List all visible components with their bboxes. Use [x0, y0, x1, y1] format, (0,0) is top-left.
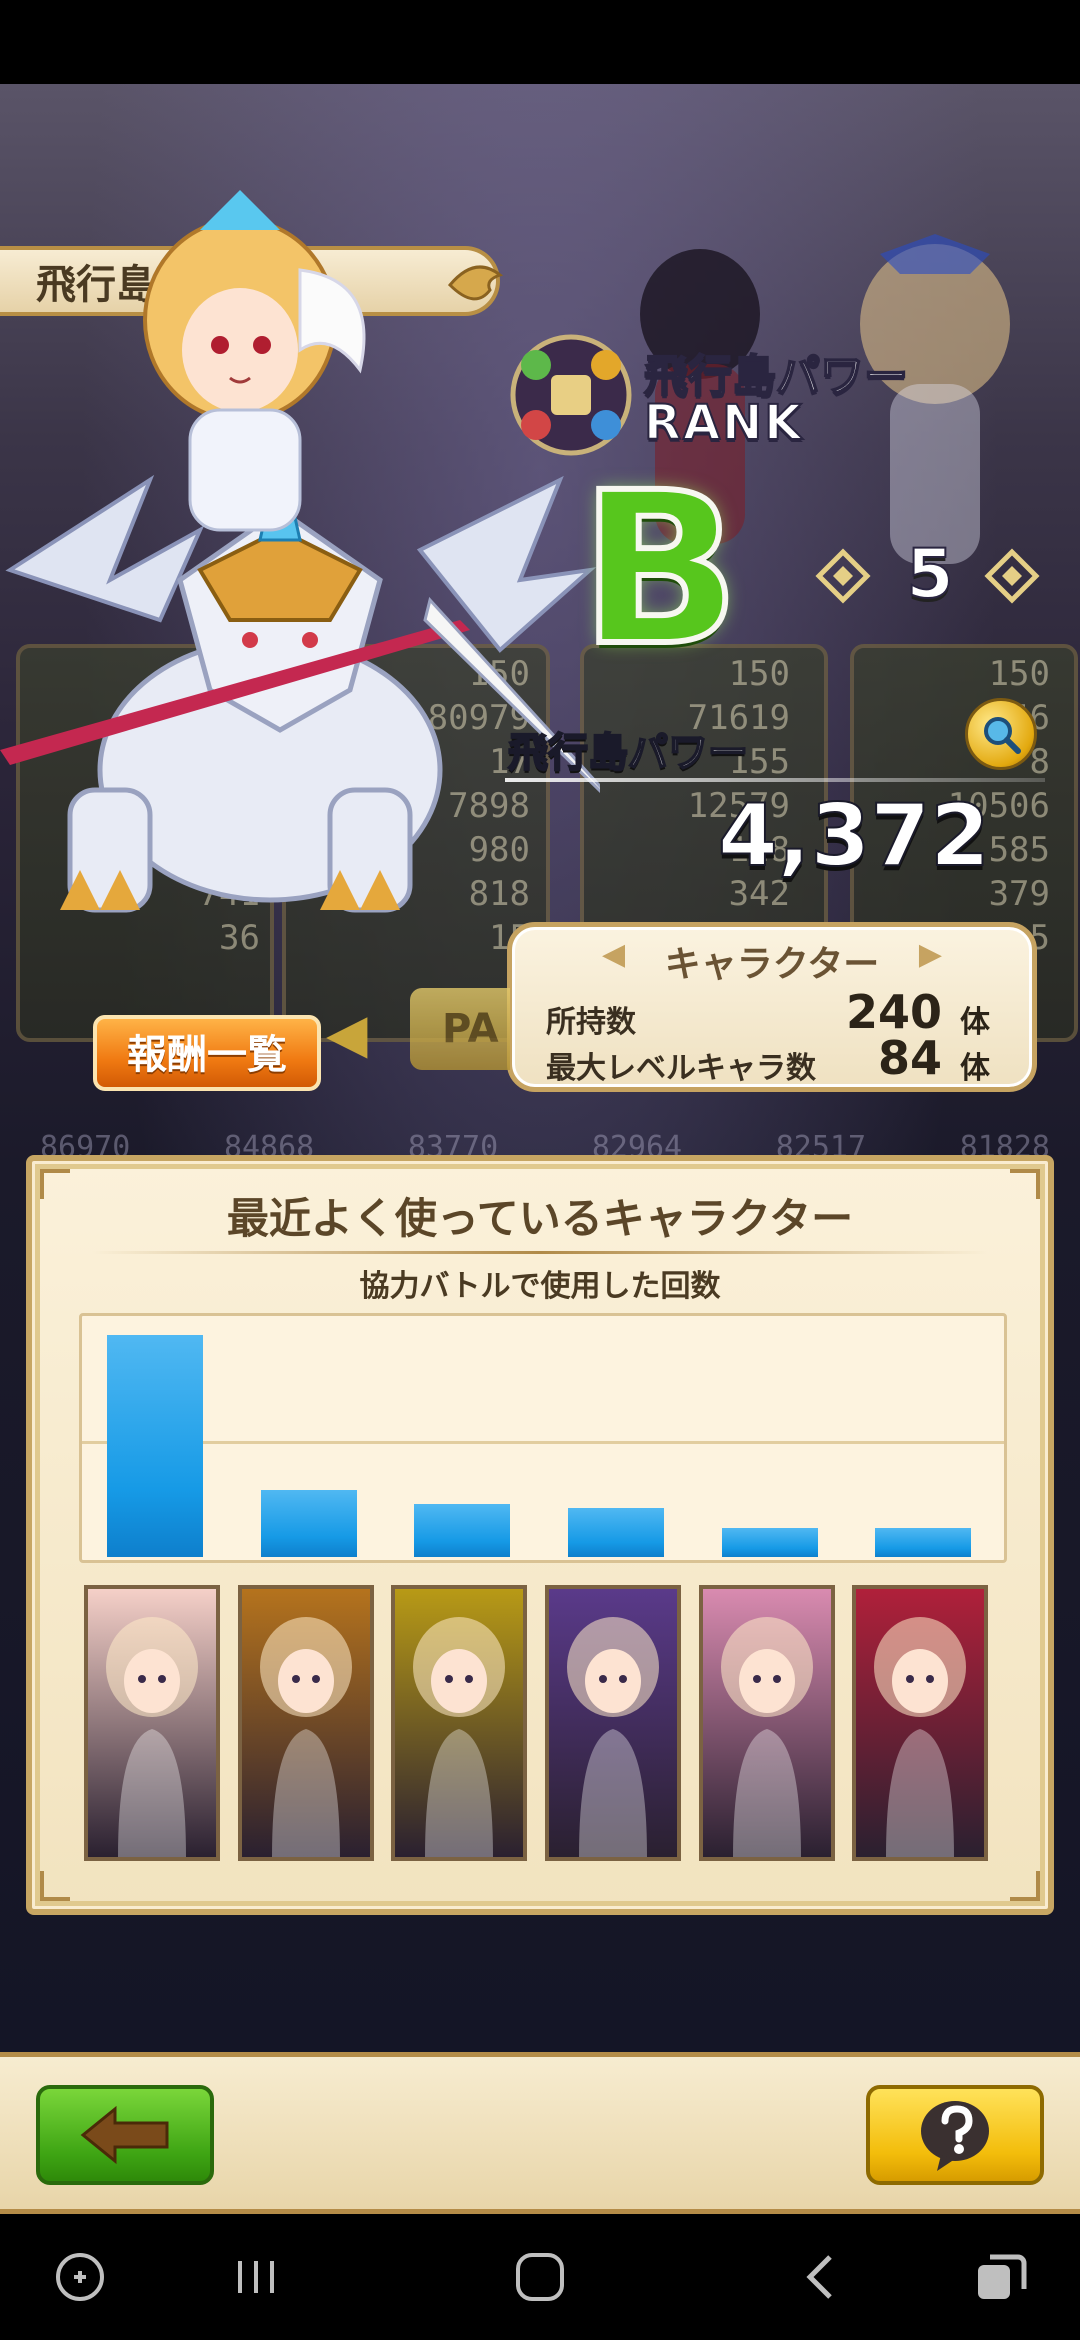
island-power-label: 飛行島パワー: [507, 729, 749, 777]
max-level-count-unit: 体: [960, 1051, 990, 1086]
power-detail-search-button[interactable]: [965, 698, 1037, 770]
character-portrait-hooded-boy: [260, 1617, 352, 1857]
usage-bar-chart: [79, 1313, 1007, 1563]
character-portrait-card[interactable]: [852, 1585, 988, 1861]
character-portrait-pink-hair-swordswoman: [413, 1617, 505, 1857]
character-portrait-silver-hair-girl: [721, 1617, 813, 1857]
owned-count-unit: 体: [960, 1005, 990, 1040]
character-portrait-card[interactable]: [84, 1585, 220, 1861]
character-portrait-orange-hair-girl: [874, 1617, 966, 1857]
magnifier-icon: [984, 717, 1021, 754]
hero-dragon-rider-sprite: [0, 190, 600, 913]
tab-prev-arrow-icon[interactable]: ◀: [326, 1002, 368, 1065]
back-nav-button[interactable]: [760, 2214, 880, 2340]
character-summary-card: キャラクター ◀ ▶ 所持数 240 体 最大レベルキャラ数 84 体: [507, 922, 1037, 1092]
home-button[interactable]: [480, 2214, 600, 2340]
island-power-emblem-icon: [510, 334, 632, 456]
rank-title-line2: RANK: [643, 394, 804, 452]
panel-corner-ornament: [1010, 1871, 1040, 1901]
help-button[interactable]: [866, 2085, 1044, 2185]
power-divider: [505, 778, 1045, 782]
usage-bar: [414, 1504, 510, 1557]
usage-bar: [568, 1508, 664, 1557]
character-portrait-card[interactable]: [238, 1585, 374, 1861]
recent-characters-panel: 最近よく使っているキャラクター 協力バトルで使用した回数: [26, 1155, 1054, 1915]
card-next-arrow-icon[interactable]: ▶: [919, 937, 942, 972]
island-power-value: 4,372: [717, 785, 991, 887]
recent-apps-icon: [238, 2261, 274, 2293]
usage-bar: [107, 1335, 203, 1557]
chart-gridline: [82, 1441, 1004, 1444]
panel-corner-ornament: [40, 1871, 70, 1901]
max-level-count-value: 84: [877, 1031, 942, 1085]
game-launcher-button[interactable]: [20, 2214, 140, 2340]
back-arrow-icon: [80, 2105, 169, 2165]
recent-apps-button[interactable]: [196, 2214, 316, 2340]
title-divider: [92, 1251, 988, 1254]
status-bar: [0, 0, 1080, 84]
home-icon: [516, 2253, 564, 2301]
character-card-header: キャラクター: [664, 944, 880, 985]
character-portrait-card[interactable]: [699, 1585, 835, 1861]
usage-bar: [875, 1528, 971, 1557]
tab-pa[interactable]: PA: [410, 988, 510, 1070]
rank-level-ornament-left-icon: [815, 548, 871, 604]
rank-level-value: 5: [905, 534, 954, 615]
character-portrait-card[interactable]: [545, 1585, 681, 1861]
owned-count-label: 所持数: [546, 1005, 636, 1040]
system-navigation-bar: [0, 2214, 1080, 2340]
character-portrait-card[interactable]: [391, 1585, 527, 1861]
back-chevron-icon: [806, 2255, 832, 2299]
card-prev-arrow-icon[interactable]: ◀: [602, 937, 625, 972]
gamepad-icon: [56, 2253, 104, 2301]
recent-characters-title: 最近よく使っているキャラクター: [226, 1194, 854, 1243]
bottom-action-bar: [0, 2052, 1080, 2214]
recent-characters-subtitle: 協力バトルで使用した回数: [359, 1269, 721, 1304]
max-level-count-label: 最大レベルキャラ数: [546, 1051, 816, 1086]
help-question-icon: [921, 2101, 989, 2171]
multi-window-button[interactable]: [940, 2214, 1060, 2340]
character-portrait-blonde-healer: [106, 1617, 198, 1857]
back-button[interactable]: [36, 2085, 214, 2185]
character-portrait-red-hair-warrior: [567, 1617, 659, 1857]
multi-window-icon: [978, 2254, 1027, 2299]
rank-level-ornament-right-icon: [984, 548, 1040, 604]
rank-grade-letter: B: [577, 447, 743, 692]
usage-bar: [722, 1528, 818, 1557]
rewards-list-button[interactable]: 報酬一覧: [93, 1015, 321, 1091]
usage-bar: [261, 1490, 357, 1557]
